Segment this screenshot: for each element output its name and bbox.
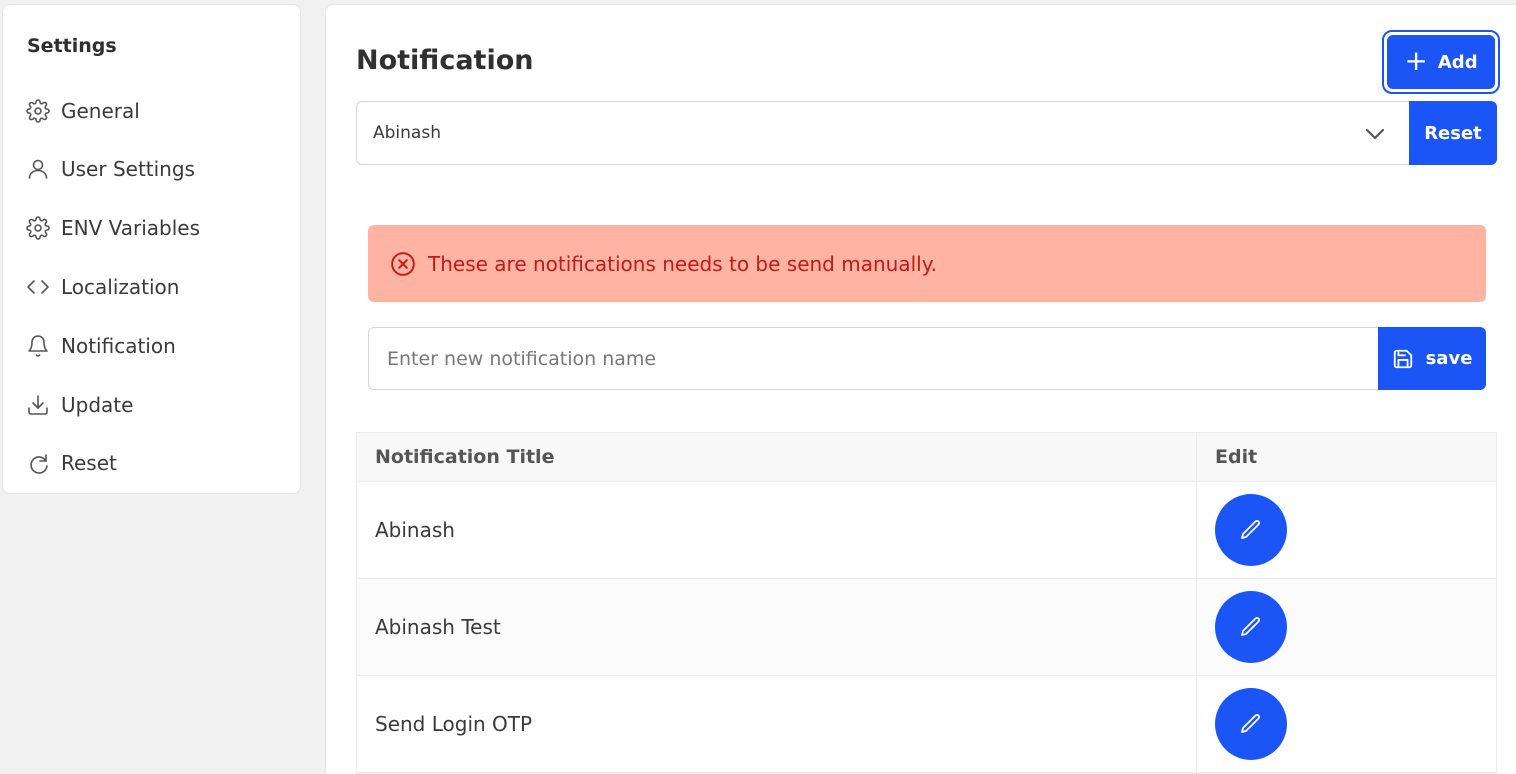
edit-cell: [1197, 579, 1496, 675]
pencil-icon: [1241, 714, 1260, 733]
notification-title-cell: Abinash: [357, 482, 1197, 578]
page-title: Notification: [356, 45, 534, 76]
plus-icon: +: [1404, 43, 1428, 77]
refresh-icon: [25, 450, 51, 476]
column-header-edit: Edit: [1215, 446, 1258, 468]
notification-name-input[interactable]: [368, 327, 1378, 390]
sidebar-item-update[interactable]: Update: [25, 385, 133, 425]
sidebar-item-label: Localization: [61, 275, 180, 299]
chevron-down-icon: [1363, 122, 1387, 146]
user-select-value: Abinash: [373, 123, 441, 143]
sidebar-item-localization[interactable]: Localization: [25, 267, 179, 307]
edit-cell: [1197, 676, 1496, 772]
sidebar-item-label: Notification: [61, 334, 176, 358]
sidebar-item-reset[interactable]: Reset: [25, 443, 117, 483]
edit-button[interactable]: [1215, 494, 1287, 566]
main-panel: Notification + Add Abinash Reset These a…: [325, 4, 1516, 774]
code-icon: [25, 274, 51, 300]
manual-notification-alert: These are notifications needs to be send…: [368, 225, 1486, 302]
pencil-icon: [1241, 520, 1260, 539]
sidebar-item-user-settings[interactable]: User Settings: [25, 149, 195, 189]
settings-sidebar: Settings General User Settings ENV Varia…: [2, 4, 301, 494]
sidebar-item-label: ENV Variables: [61, 216, 201, 240]
save-button-label: save: [1425, 348, 1473, 369]
table-row: Abinash: [357, 482, 1496, 579]
add-button[interactable]: + Add: [1387, 35, 1495, 89]
user-select[interactable]: Abinash: [356, 101, 1409, 165]
sidebar-item-env-variables[interactable]: ENV Variables: [25, 208, 200, 248]
bell-icon: [25, 333, 51, 359]
alert-text: These are notifications needs to be send…: [428, 251, 938, 276]
notification-title-cell: Abinash Test: [357, 579, 1197, 675]
download-icon: [25, 392, 51, 418]
sidebar-title: Settings: [27, 35, 117, 57]
sidebar-item-label: General: [61, 99, 140, 123]
table-row: Send Login OTP: [357, 676, 1496, 773]
edit-button[interactable]: [1215, 591, 1287, 663]
edit-button[interactable]: [1215, 688, 1287, 760]
reset-button[interactable]: Reset: [1409, 101, 1497, 165]
gear-icon: [25, 215, 51, 241]
error-circle-icon: [390, 250, 418, 278]
sidebar-item-notification[interactable]: Notification: [25, 326, 176, 366]
column-header-title: Notification Title: [357, 433, 1197, 481]
add-button-focus-ring: + Add: [1382, 30, 1500, 94]
user-icon: [25, 156, 51, 182]
table-row: Abinash Test: [357, 579, 1496, 676]
save-button[interactable]: save: [1378, 327, 1486, 390]
edit-cell: [1197, 482, 1496, 578]
pencil-icon: [1241, 617, 1260, 636]
table-header: Notification Title Edit: [357, 433, 1496, 482]
sidebar-item-label: Update: [61, 393, 134, 417]
sidebar-item-label: Reset: [61, 451, 117, 475]
notification-table: Notification Title Edit Abinash Abinash …: [356, 432, 1497, 774]
notification-title-cell: Send Login OTP: [357, 676, 1197, 772]
sidebar-item-general[interactable]: General: [25, 91, 140, 131]
sidebar-item-label: User Settings: [61, 157, 195, 181]
add-button-label: Add: [1437, 51, 1478, 73]
gear-icon: [25, 98, 51, 124]
floppy-disk-icon: [1393, 349, 1412, 368]
